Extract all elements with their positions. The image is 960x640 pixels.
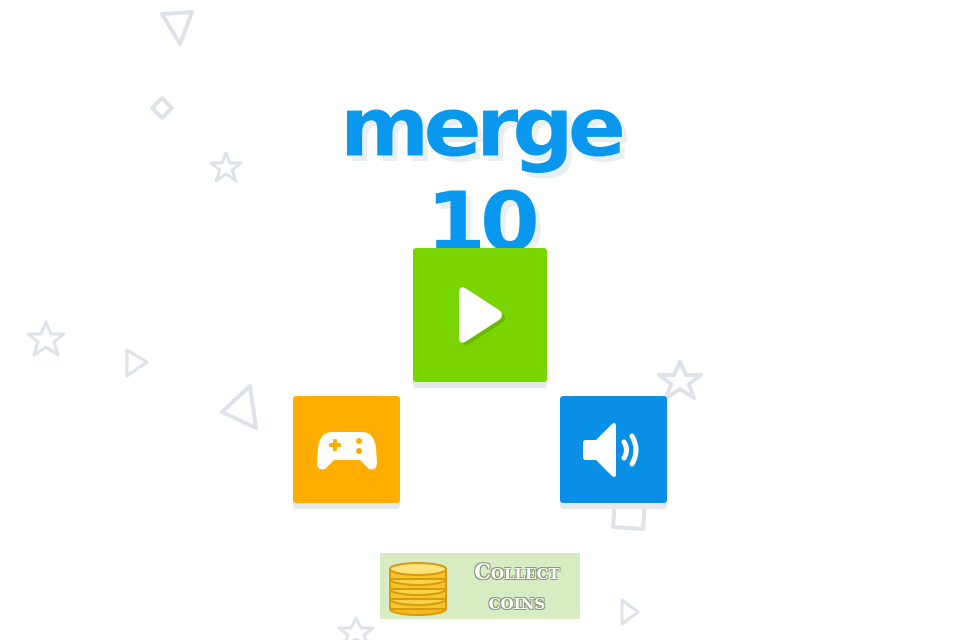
collect-label-line2: coins xyxy=(488,589,546,614)
play-button[interactable] xyxy=(413,248,547,382)
decor-triangle xyxy=(125,348,149,378)
decor-triangle xyxy=(220,384,258,430)
gamepad-icon xyxy=(316,428,378,472)
decor-triangle xyxy=(160,10,194,46)
decor-star xyxy=(209,151,243,183)
decor-square xyxy=(611,496,647,532)
decor-diamond xyxy=(150,96,174,120)
coin-stack-icon xyxy=(386,555,450,621)
collect-label-line1: Collect xyxy=(474,559,560,584)
decor-star xyxy=(26,320,66,357)
decor-star xyxy=(657,360,703,400)
game-screen: merge 10 Collect coins xyxy=(0,0,960,640)
decor-triangle xyxy=(620,598,640,626)
sound-toggle-button[interactable] xyxy=(560,396,667,503)
decor-star xyxy=(337,616,375,640)
collect-coins-button[interactable]: Collect coins xyxy=(380,553,580,619)
more-games-button[interactable] xyxy=(293,396,400,503)
play-icon xyxy=(455,282,505,348)
collect-coins-label: Collect coins xyxy=(458,557,576,617)
game-title: merge 10 xyxy=(339,80,626,271)
speaker-on-icon xyxy=(582,420,646,480)
